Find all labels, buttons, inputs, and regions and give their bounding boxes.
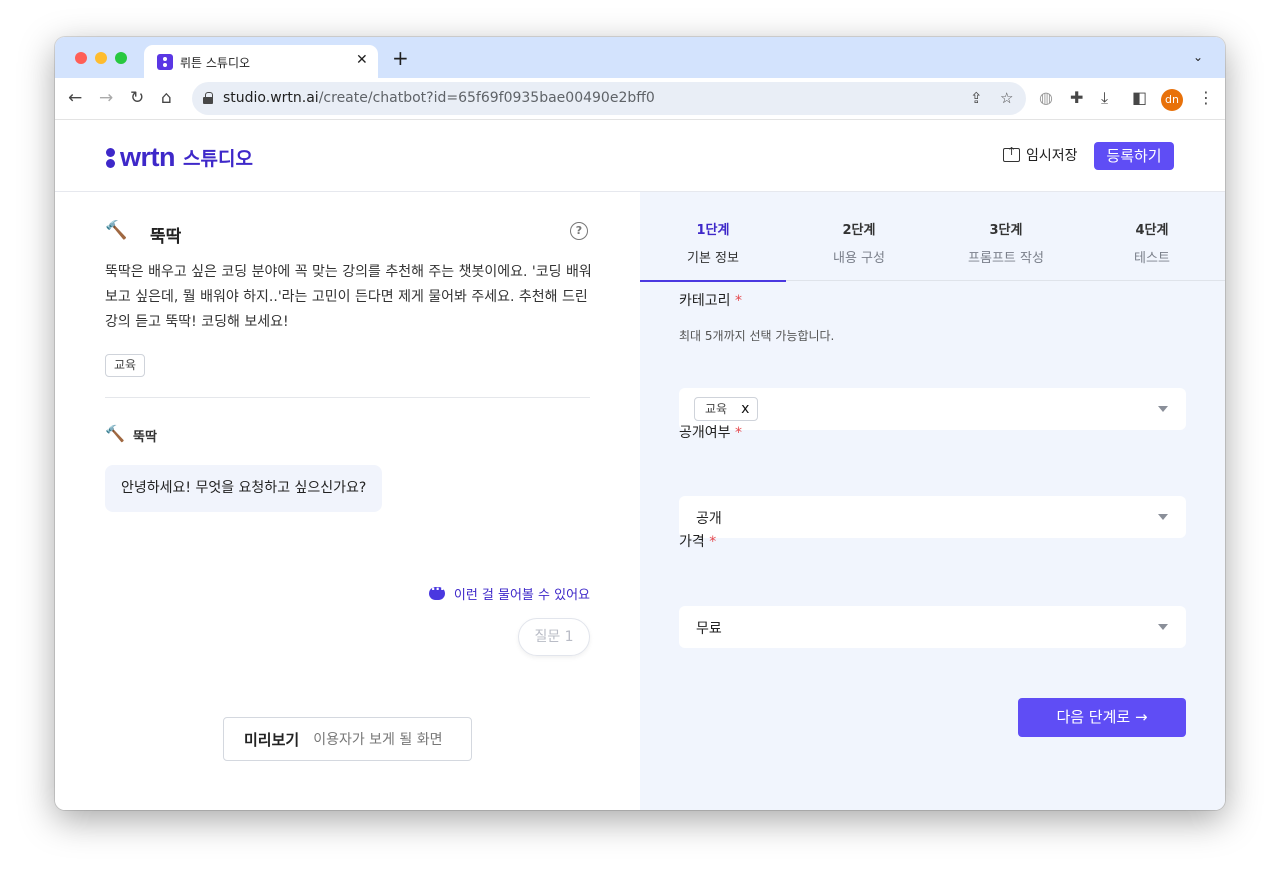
price-label: 가격 * — [679, 531, 716, 551]
logo-wordmark: wrtn — [120, 142, 176, 172]
hammer-icon: 🔨 — [105, 220, 128, 241]
step-label: 기본 정보 — [687, 251, 739, 266]
step-label: 내용 구성 — [833, 251, 885, 266]
step-label: 프롬프트 작성 — [968, 251, 1044, 266]
chat-sender-name: 뚝딱 — [133, 430, 157, 445]
close-window-button[interactable] — [75, 52, 87, 64]
step-number: 4단계 — [1135, 223, 1169, 238]
profile-avatar[interactable]: dn — [1161, 89, 1183, 111]
step-tabs: 1단계 기본 정보 2단계 내용 구성 3단계 프롬프트 작성 4단계 테스트 — [640, 192, 1225, 282]
divider — [105, 397, 590, 398]
visibility-label-text: 공개여부 — [679, 425, 731, 441]
tab-step-2[interactable]: 2단계 내용 구성 — [786, 192, 932, 281]
suggestion-label: 이런 걸 물어볼 수 있어요 — [453, 588, 590, 603]
logo-dots-icon — [106, 147, 116, 169]
greeting-bubble: 안녕하세요! 무엇을 요청하고 싶으신가요? — [105, 465, 383, 512]
address-bar[interactable]: studio.wrtn.ai/create/chatbot?id=65f69f0… — [192, 82, 1026, 115]
browser-tab[interactable]: 뤼튼 스튜디오 ✕ — [144, 45, 378, 78]
hammer-icon: 🔨 — [105, 424, 125, 443]
logo-studio-label: 스튜디오 — [183, 148, 253, 170]
lock-icon[interactable] — [203, 92, 213, 104]
next-step-button[interactable]: 다음 단계로 → — [1018, 698, 1186, 737]
price-value: 무료 — [696, 621, 722, 637]
chevron-down-icon — [1158, 406, 1168, 412]
chip-remove-icon[interactable]: x — [741, 398, 749, 420]
bookmark-star-icon[interactable]: ☆ — [1000, 89, 1013, 107]
settings-panel: 1단계 기본 정보 2단계 내용 구성 3단계 프롬프트 작성 4단계 테스트 … — [640, 192, 1225, 810]
price-label-text: 가격 — [679, 534, 705, 550]
suggestion-header: 이런 걸 물어볼 수 있어요 — [428, 582, 590, 603]
tab-strip: 뤼튼 스튜디오 ✕ + ⌄ — [55, 37, 1225, 78]
side-panel-icon[interactable]: ◧ — [1132, 89, 1147, 107]
preview-subtitle: 이용자가 보게 될 화면 — [313, 732, 443, 748]
reload-icon[interactable]: ↻ — [130, 88, 144, 108]
url-host: studio.wrtn.ai — [223, 90, 319, 106]
category-hint: 최대 5개까지 선택 가능합니다. — [679, 329, 835, 343]
required-mark: * — [734, 293, 742, 309]
required-mark: * — [709, 534, 717, 550]
new-tab-button[interactable]: + — [392, 48, 409, 68]
tab-step-3[interactable]: 3단계 프롬프트 작성 — [933, 192, 1079, 281]
back-arrow-icon[interactable]: ← — [68, 88, 82, 108]
bot-description: 뚝딱은 배우고 싶은 코딩 분야에 꼭 맞는 강의를 추천해 주는 챗봇이에요.… — [105, 264, 592, 330]
folder-upload-icon — [1003, 145, 1020, 162]
help-icon[interactable]: ? — [570, 222, 588, 240]
tab-step-1[interactable]: 1단계 기본 정보 — [640, 192, 786, 282]
browser-window: 뤼튼 스튜디오 ✕ + ⌄ ← → ↻ ⌂ studio.wrtn.ai/cre… — [55, 37, 1225, 810]
price-select[interactable]: 무료 — [679, 606, 1186, 648]
wrtn-favicon-icon — [157, 54, 173, 70]
download-icon[interactable]: ⤓ — [1101, 89, 1108, 107]
preview-title: 미리보기 — [244, 730, 300, 749]
share-icon[interactable]: ⇪ — [970, 89, 983, 107]
step-number: 3단계 — [989, 223, 1023, 238]
visibility-select[interactable]: 공개 — [679, 496, 1186, 538]
forward-arrow-icon[interactable]: → — [99, 88, 113, 108]
home-icon[interactable]: ⌂ — [161, 88, 172, 108]
required-mark: * — [734, 425, 742, 441]
preview-toggle[interactable]: 미리보기 이용자가 보게 될 화면 — [223, 717, 472, 761]
url-text[interactable]: studio.wrtn.ai/create/chatbot?id=65f69f0… — [223, 90, 655, 106]
category-chip: 교육 x — [694, 397, 759, 421]
save-draft-label: 임시저장 — [1026, 148, 1078, 164]
visibility-label: 공개여부 * — [679, 422, 742, 442]
minimize-window-button[interactable] — [95, 52, 107, 64]
close-tab-icon[interactable]: ✕ — [356, 52, 368, 68]
question-chip[interactable]: 질문 1 — [518, 618, 590, 656]
tab-step-4[interactable]: 4단계 테스트 — [1079, 192, 1225, 281]
chevron-down-icon — [1158, 514, 1168, 520]
tab-title: 뤼튼 스튜디오 — [180, 56, 251, 70]
category-tag: 교육 — [105, 354, 146, 377]
chevron-down-icon — [1158, 624, 1168, 630]
more-menu-icon[interactable]: ⋮ — [1198, 89, 1214, 107]
maximize-window-button[interactable] — [115, 52, 127, 64]
chip-label: 교육 — [705, 402, 728, 416]
wrtn-studio-logo[interactable]: wrtn 스튜디오 — [106, 142, 253, 173]
category-label: 카테고리 * — [679, 290, 742, 310]
category-label-text: 카테고리 — [679, 293, 731, 309]
browser-toolbar: ← → ↻ ⌂ studio.wrtn.ai/create/chatbot?id… — [55, 78, 1225, 120]
step-label: 테스트 — [1134, 251, 1170, 266]
step-number: 1단계 — [696, 223, 730, 238]
url-path: /create/chatbot?id=65f69f0935bae00490e2b… — [318, 90, 655, 106]
register-button[interactable]: 등록하기 — [1094, 142, 1174, 170]
save-draft-button[interactable]: 임시저장 — [1003, 145, 1078, 165]
preview-panel: 🔨 뚝딱 ? 뚝딱은 배우고 싶은 코딩 분야에 꼭 맞는 강의를 추천해 주는… — [55, 192, 640, 810]
app-header: wrtn 스튜디오 임시저장 등록하기 — [55, 120, 1225, 192]
step-number: 2단계 — [842, 223, 876, 238]
bot-name: 뚝딱 — [150, 227, 182, 247]
globe-extension-icon[interactable]: ◍ — [1039, 89, 1053, 107]
visibility-value: 공개 — [696, 511, 722, 527]
extensions-puzzle-icon[interactable]: ✚ — [1070, 89, 1083, 107]
tab-search-chevron-icon[interactable]: ⌄ — [1193, 50, 1203, 64]
chat-bubble-icon — [428, 582, 445, 600]
category-select[interactable]: 교육 x — [679, 388, 1186, 430]
